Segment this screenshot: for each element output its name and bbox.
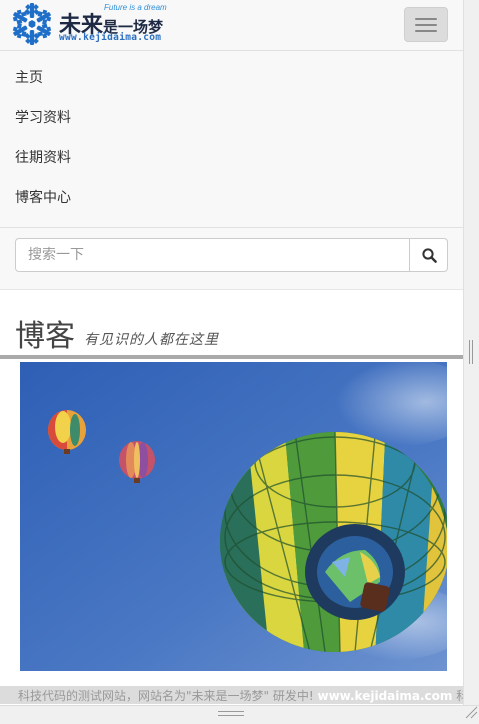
footer-teaser: 科技代码的测试网站，网站名为"未来是一场梦" 研发中! www.kejidaim… [0, 686, 463, 704]
hero-image [20, 362, 447, 671]
nav-item-past-materials[interactable]: 往期资料 [0, 138, 463, 178]
search-button[interactable] [409, 238, 448, 272]
brand-logo[interactable]: Future is a dream 未来是一场梦 www.kejidaima.c… [10, 1, 167, 47]
page-subtitle: 有见识的人都在这里 [84, 332, 219, 348]
resize-grip-icon[interactable] [465, 706, 478, 719]
footer-teaser-url[interactable]: www.kejidaima.com [318, 689, 453, 703]
scrollbar-grip-icon[interactable] [469, 340, 473, 364]
horizontal-grip-icon[interactable] [218, 711, 244, 716]
nav-item-study-materials[interactable]: 学习资料 [0, 98, 463, 138]
nav-divider [0, 50, 463, 51]
header-divider [0, 355, 463, 359]
footer-teaser-text: 科技代码的测试网站，网站名为"未来是一场梦" 研发中! www.kejidaim… [18, 689, 463, 703]
navbar: Future is a dream 未来是一场梦 www.kejidaima.c… [0, 0, 463, 290]
nav-divider [0, 227, 463, 228]
page: Future is a dream 未来是一场梦 www.kejidaima.c… [0, 0, 463, 724]
search-input[interactable] [15, 238, 410, 272]
nav-menu: 主页 学习资料 往期资料 博客中心 [0, 58, 463, 218]
nav-item-home[interactable]: 主页 [0, 58, 463, 98]
navbar-toggle-button[interactable] [404, 7, 448, 42]
blog-header: 博客 有见识的人都在这里 [0, 291, 463, 361]
snowflake-icon [10, 3, 54, 45]
nav-item-blog-center[interactable]: 博客中心 [0, 178, 463, 218]
brand-url: www.kejidaima.com [59, 32, 162, 43]
search-icon [422, 248, 437, 263]
page-title: 博客 [15, 319, 75, 354]
